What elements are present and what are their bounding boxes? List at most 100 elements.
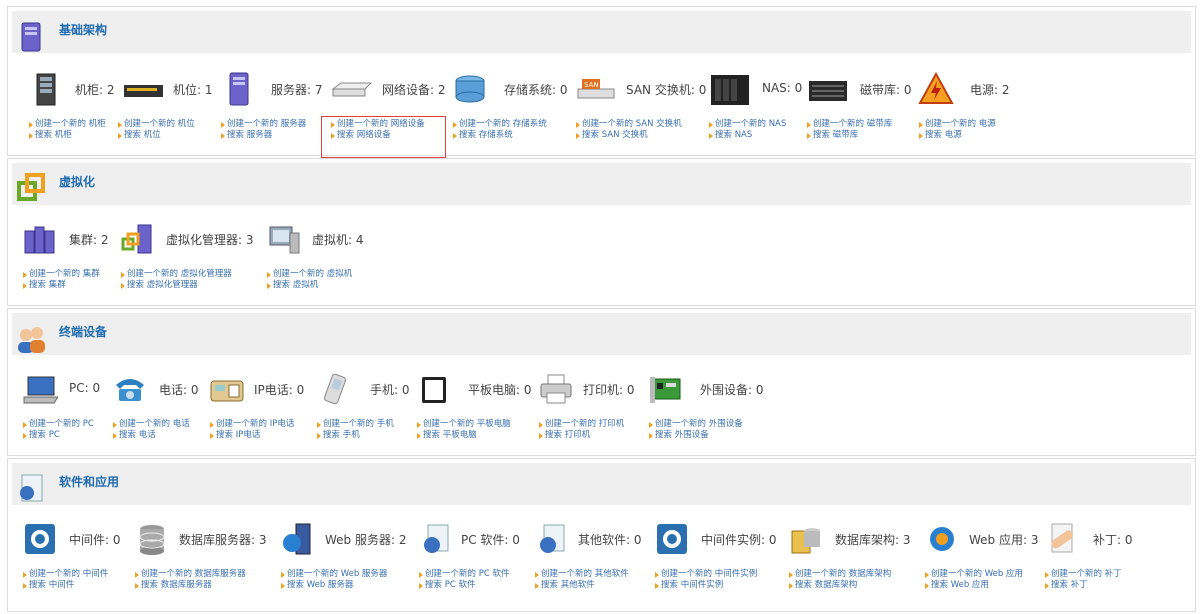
laptop-icon[interactable] [22, 371, 58, 407]
item-label[interactable]: 集群: 2 [69, 231, 109, 248]
search-link[interactable]: 搜索 电话 [112, 430, 190, 441]
create-link[interactable]: 创建一个新的 补丁 [1044, 569, 1122, 580]
create-link[interactable]: 创建一个新的 NAS [708, 119, 786, 130]
item-label[interactable]: SAN 交换机: 0 [626, 81, 706, 98]
item-label[interactable]: 外围设备: 0 [700, 381, 764, 398]
item-label[interactable]: 电话: 0 [159, 381, 199, 398]
san-switch-icon[interactable]: SAN [575, 71, 617, 107]
middleware-instance-icon[interactable] [654, 521, 690, 557]
item-label[interactable]: 中间件: 0 [69, 531, 121, 548]
search-link[interactable]: 搜索 磁带库 [806, 130, 892, 141]
pc-software-icon[interactable] [418, 521, 454, 557]
create-link[interactable]: 创建一个新的 Web 服务器 [280, 569, 387, 580]
create-link[interactable]: 创建一个新的 电源 [918, 119, 996, 130]
item-label[interactable]: PC: 0 [69, 381, 100, 395]
create-link[interactable]: 创建一个新的 数据库服务器 [134, 569, 246, 580]
network-device-icon[interactable] [330, 71, 372, 107]
create-link[interactable]: 创建一个新的 磁带库 [806, 119, 892, 130]
item-label[interactable]: 机位: 1 [173, 81, 213, 98]
item-label[interactable]: 虚拟化管理器: 3 [166, 231, 254, 248]
search-link[interactable]: 搜索 外围设备 [648, 430, 743, 441]
create-link[interactable]: 创建一个新的 Web 应用 [924, 569, 1023, 580]
item-label[interactable]: 手机: 0 [370, 381, 410, 398]
search-link[interactable]: 搜索 虚拟机 [266, 280, 352, 291]
item-label[interactable]: 数据库架构: 3 [835, 531, 911, 548]
mobile-phone-icon[interactable] [316, 371, 352, 407]
hypervisor-icon[interactable] [120, 221, 156, 257]
item-label[interactable]: Web 服务器: 2 [325, 531, 406, 548]
create-link[interactable]: 创建一个新的 SAN 交换机 [575, 119, 682, 130]
create-link[interactable]: 创建一个新的 中间件 [22, 569, 108, 580]
database-server-icon[interactable] [134, 521, 170, 557]
search-link[interactable]: 搜索 Web 应用 [924, 580, 1023, 591]
create-link[interactable]: 创建一个新的 存储系统 [452, 119, 547, 130]
search-link[interactable]: 搜索 服务器 [220, 130, 306, 141]
item-label[interactable]: 电源: 2 [970, 81, 1010, 98]
middleware-icon[interactable] [22, 521, 58, 557]
search-link[interactable]: 搜索 虚拟化管理器 [120, 280, 232, 291]
create-link[interactable]: 创建一个新的 其他软件 [534, 569, 629, 580]
create-link[interactable]: 创建一个新的 PC 软件 [418, 569, 509, 580]
create-link[interactable]: 创建一个新的 PC [22, 419, 94, 430]
search-link[interactable]: 搜索 打印机 [538, 430, 624, 441]
search-link[interactable]: 搜索 机位 [117, 130, 195, 141]
item-label[interactable]: 机柜: 2 [75, 81, 115, 98]
storage-system-icon[interactable] [452, 71, 488, 107]
create-link[interactable]: 创建一个新的 IP电话 [209, 419, 294, 430]
cluster-icon[interactable] [22, 221, 58, 257]
create-link[interactable]: 创建一个新的 打印机 [538, 419, 624, 430]
power-icon[interactable] [918, 71, 954, 107]
item-label[interactable]: 其他软件: 0 [578, 531, 642, 548]
item-label[interactable]: Web 应用: 3 [969, 531, 1038, 548]
create-link[interactable]: 创建一个新的 中间件实例 [654, 569, 757, 580]
item-label[interactable]: 补丁: 0 [1093, 531, 1133, 548]
search-link[interactable]: 搜索 IP电话 [209, 430, 294, 441]
search-link[interactable]: 搜索 手机 [316, 430, 394, 441]
database-schema-icon[interactable] [788, 521, 824, 557]
search-link[interactable]: 搜索 NAS [708, 130, 786, 141]
create-link[interactable]: 创建一个新的 服务器 [220, 119, 306, 130]
create-link[interactable]: 创建一个新的 虚拟机 [266, 269, 352, 280]
tablet-icon[interactable] [416, 371, 452, 407]
item-label[interactable]: 平板电脑: 0 [468, 381, 532, 398]
nas-icon[interactable] [708, 71, 750, 107]
other-software-icon[interactable] [534, 521, 570, 557]
create-link[interactable]: 创建一个新的 机位 [117, 119, 195, 130]
item-label[interactable]: 中间件实例: 0 [701, 531, 777, 548]
search-link[interactable]: 搜索 PC 软件 [418, 580, 509, 591]
create-link[interactable]: 创建一个新的 平板电脑 [416, 419, 511, 430]
phone-icon[interactable] [112, 371, 148, 407]
rack-icon[interactable] [28, 71, 64, 107]
item-label[interactable]: 磁带库: 0 [860, 81, 912, 98]
item-label[interactable]: 虚拟机: 4 [312, 231, 364, 248]
create-link[interactable]: 创建一个新的 虚拟化管理器 [120, 269, 232, 280]
search-link[interactable]: 搜索 Web 服务器 [280, 580, 387, 591]
search-link[interactable]: 搜索 集群 [22, 280, 100, 291]
create-link[interactable]: 创建一个新的 电话 [112, 419, 190, 430]
create-link[interactable]: 创建一个新的 外围设备 [648, 419, 743, 430]
item-label[interactable]: 服务器: 7 [271, 81, 323, 98]
enclosure-icon[interactable] [117, 71, 163, 107]
search-link[interactable]: 搜索 中间件 [22, 580, 108, 591]
search-link[interactable]: 搜索 数据库服务器 [134, 580, 246, 591]
create-link[interactable]: 创建一个新的 集群 [22, 269, 100, 280]
item-label[interactable]: NAS: 0 [762, 81, 802, 95]
patch-icon[interactable] [1044, 521, 1080, 557]
search-link[interactable]: 搜索 补丁 [1044, 580, 1122, 591]
web-application-icon[interactable] [924, 521, 960, 557]
tape-library-icon[interactable] [806, 71, 848, 107]
item-label[interactable]: 网络设备: 2 [382, 81, 446, 98]
search-link[interactable]: 搜索 SAN 交换机 [575, 130, 682, 141]
item-label[interactable]: 数据库服务器: 3 [179, 531, 267, 548]
printer-icon[interactable] [538, 371, 574, 407]
peripheral-icon[interactable] [648, 371, 684, 407]
virtual-machine-icon[interactable] [266, 221, 302, 257]
search-link[interactable]: 搜索 其他软件 [534, 580, 629, 591]
ip-phone-icon[interactable] [209, 371, 245, 407]
item-label[interactable]: PC 软件: 0 [461, 531, 520, 548]
server-icon[interactable] [220, 71, 256, 107]
create-link[interactable]: 创建一个新的 数据库架构 [788, 569, 891, 580]
item-label[interactable]: IP电话: 0 [254, 381, 304, 398]
search-link[interactable]: 搜索 平板电脑 [416, 430, 511, 441]
search-link[interactable]: 搜索 电源 [918, 130, 996, 141]
